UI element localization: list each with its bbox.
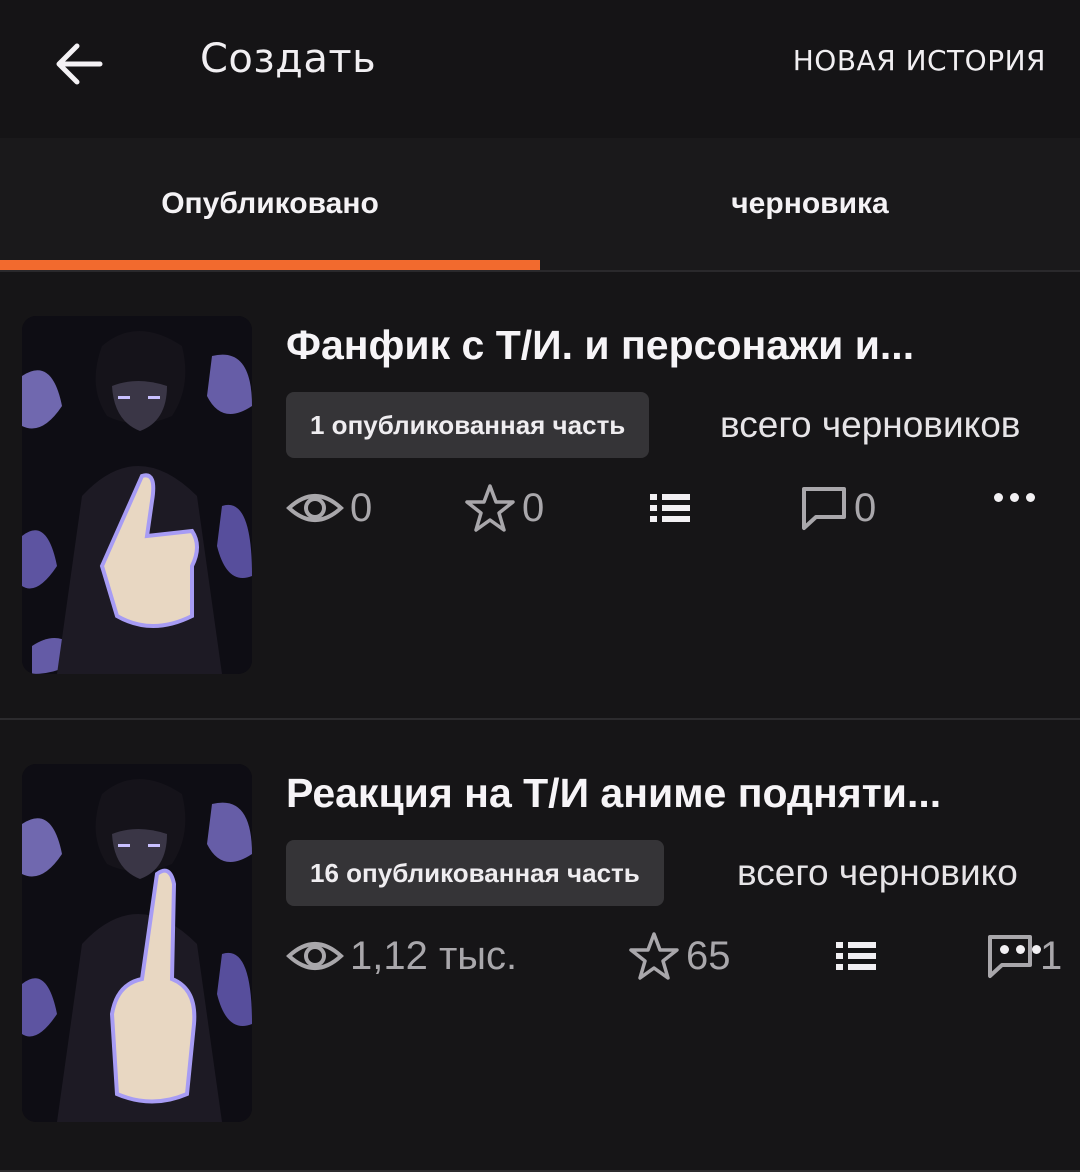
page-title: Создать — [200, 36, 377, 82]
published-parts-badge: 16 опубликованная часть — [286, 840, 664, 906]
list-icon — [836, 942, 876, 970]
top-app-bar: Создать НОВАЯ ИСТОРИЯ — [0, 0, 1080, 138]
new-story-button[interactable]: НОВАЯ ИСТОРИЯ — [793, 44, 1046, 77]
story-card[interactable]: Фанфик с Т/И. и персонажи и... 1 опублик… — [0, 272, 1080, 720]
drafts-count-text: всего черновико — [737, 852, 1018, 893]
votes-stat: 65 — [628, 926, 731, 986]
comments-count: 0 — [854, 485, 877, 530]
comments-stat: 0 — [800, 478, 876, 538]
tab-drafts[interactable]: черновика — [540, 138, 1080, 270]
views-count: 0 — [350, 485, 373, 530]
active-tab-indicator — [0, 260, 540, 270]
views-stat: 1,12 тыс. — [286, 926, 517, 986]
story-cover-image[interactable] — [22, 316, 252, 674]
tab-published[interactable]: Опубликовано — [0, 138, 540, 270]
story-card[interactable]: Реакция на Т/И аниме подняти... 16 опубл… — [0, 720, 1080, 1172]
drafts-count-text: всего черновиков — [720, 404, 1021, 445]
list-icon — [650, 494, 690, 522]
star-icon — [629, 932, 679, 980]
more-icon — [993, 492, 1003, 502]
eye-icon — [286, 494, 344, 522]
views-stat: 0 — [286, 478, 372, 538]
more-options-button[interactable] — [990, 934, 1050, 964]
parts-list-button[interactable] — [834, 926, 878, 986]
tab-bar: Опубликовано черновика — [0, 138, 1080, 272]
votes-stat: 0 — [464, 478, 544, 538]
more-options-button[interactable] — [984, 482, 1044, 512]
star-icon — [465, 484, 515, 532]
published-parts-badge: 1 опубликованная часть — [286, 392, 650, 458]
story-title[interactable]: Фанфик с Т/И. и персонажи и... — [286, 322, 1046, 369]
views-count: 1,12 тыс. — [350, 933, 518, 978]
votes-count: 0 — [522, 485, 545, 530]
story-title[interactable]: Реакция на Т/И аниме подняти... — [286, 770, 1046, 817]
votes-count: 65 — [686, 933, 731, 978]
parts-list-button[interactable] — [648, 478, 692, 538]
comment-icon — [802, 487, 846, 530]
story-cover-image[interactable] — [22, 764, 252, 1122]
back-button[interactable] — [44, 30, 112, 98]
arrow-left-icon — [56, 43, 103, 85]
more-icon — [999, 944, 1009, 954]
eye-icon — [286, 942, 344, 970]
